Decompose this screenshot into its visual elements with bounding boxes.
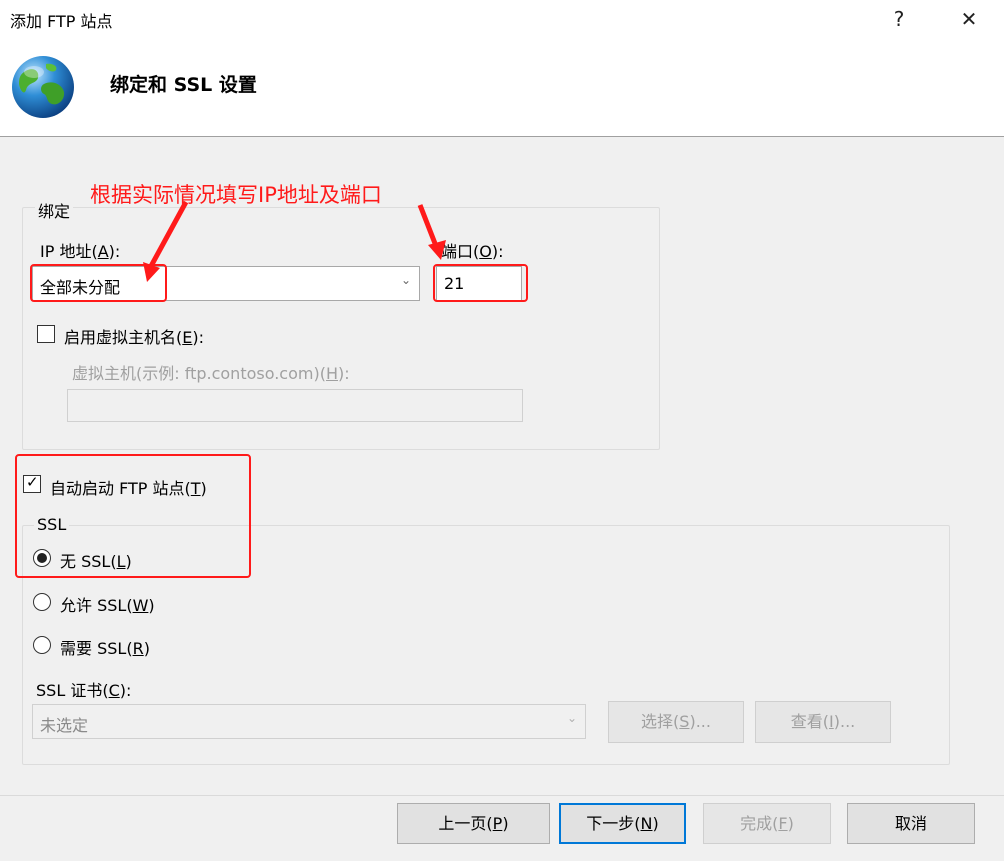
annotation-arrows-icon [143, 200, 446, 282]
